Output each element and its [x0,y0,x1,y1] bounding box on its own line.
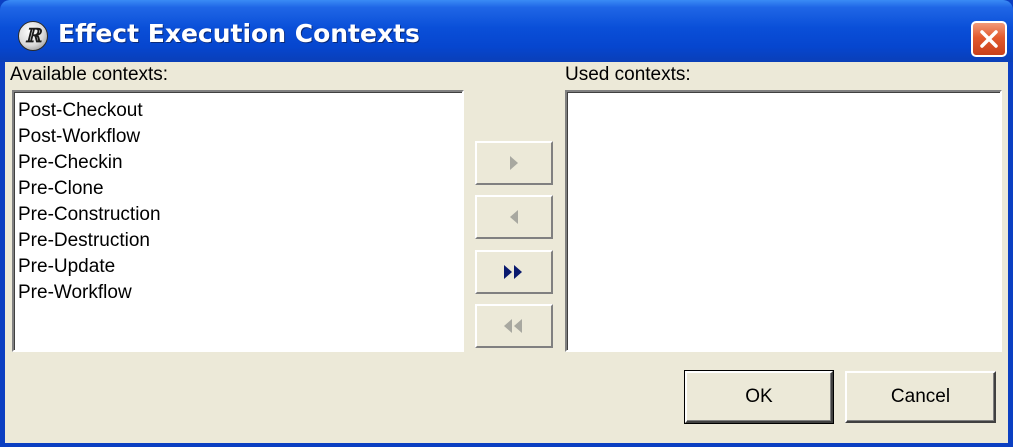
list-item[interactable]: Pre-Checkin [14,150,462,176]
add-selected-button[interactable] [475,141,553,185]
arrow-right-icon [510,156,518,170]
used-contexts-label: Used contexts: [565,64,691,85]
list-item[interactable]: Pre-Workflow [14,280,462,306]
used-contexts-list[interactable] [565,90,1002,352]
remove-selected-button[interactable] [475,195,553,239]
window-title: Effect Execution Contexts [58,19,420,48]
double-arrow-left-icon [504,319,522,333]
arrow-left-icon [510,210,518,224]
double-arrow-right-icon [504,265,522,279]
list-item[interactable]: Pre-Destruction [14,228,462,254]
list-item[interactable]: Pre-Construction [14,202,462,228]
list-item[interactable]: Post-Checkout [14,98,462,124]
available-contexts-label: Available contexts: [10,64,169,85]
add-all-button[interactable] [475,250,553,294]
list-item[interactable]: Pre-Update [14,254,462,280]
close-button[interactable] [971,21,1007,57]
close-icon [980,30,998,48]
title-bar[interactable]: ℝ Effect Execution Contexts [0,0,1013,62]
list-item[interactable]: Post-Workflow [14,124,462,150]
app-logo-icon: ℝ [18,21,48,51]
dialog-window: ℝ Effect Execution Contexts Available co… [0,0,1013,447]
available-contexts-list[interactable]: Post-Checkout Post-Workflow Pre-Checkin Pre… [12,90,464,352]
list-item[interactable]: Pre-Clone [14,176,462,202]
ok-button[interactable]: OK [684,370,834,424]
cancel-button[interactable]: Cancel [845,371,996,423]
dialog-body: Available contexts: Post-Checkout Post-Wo… [5,62,1008,443]
remove-all-button[interactable] [475,304,553,348]
window-bottom-border [5,443,1008,447]
